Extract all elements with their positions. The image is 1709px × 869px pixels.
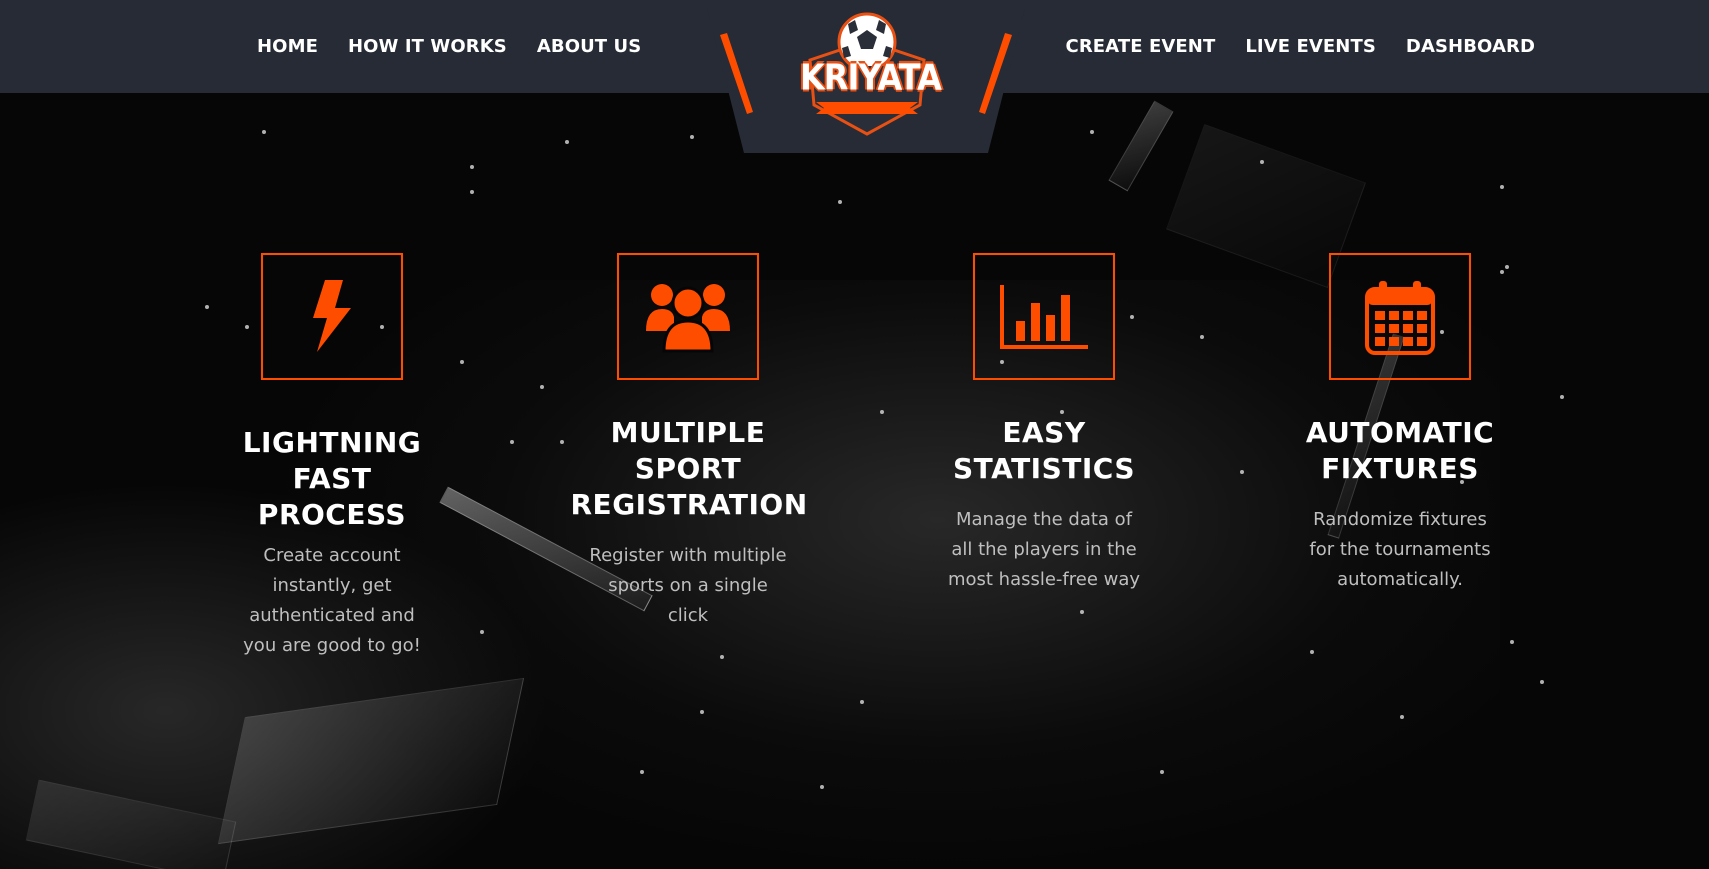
feature-icon-box bbox=[1329, 253, 1471, 380]
feature-description: Create account instantly, get authentica… bbox=[243, 545, 421, 656]
nav-home-link[interactable]: HOME bbox=[257, 36, 318, 57]
nav-create-event-link[interactable]: CREATE EVENT bbox=[1066, 36, 1216, 57]
feature-card-multi-sport: MULTIPLE SPORT REGISTRATION Register wit… bbox=[568, 253, 808, 631]
nav-live-events-link[interactable]: LIVE EVENTS bbox=[1245, 36, 1376, 57]
bar-chart-icon bbox=[1000, 284, 1088, 349]
users-group-icon bbox=[646, 283, 730, 352]
feature-card-statistics: EASY STATISTICS Manage the data of all t… bbox=[924, 253, 1164, 595]
nav-dashboard-link[interactable]: DASHBOARD bbox=[1406, 36, 1535, 57]
feature-icon-box bbox=[261, 253, 403, 380]
feature-title: AUTOMATIC FIXTURES bbox=[1305, 416, 1495, 485]
feature-icon-box bbox=[973, 253, 1115, 380]
calendar-icon bbox=[1365, 280, 1435, 355]
feature-card-fixtures: AUTOMATIC FIXTURES Randomize fixtures fo… bbox=[1280, 253, 1520, 595]
feature-description: Register with multiple sports on a singl… bbox=[589, 545, 787, 626]
feature-title: MULTIPLE SPORT REGISTRATION bbox=[570, 416, 808, 521]
lightning-icon bbox=[313, 279, 351, 352]
nav-about-us-link[interactable]: ABOUT US bbox=[537, 36, 642, 57]
feature-description: Randomize fixtures for the tournaments a… bbox=[1309, 509, 1491, 590]
feature-title: EASY STATISTICS bbox=[952, 416, 1136, 485]
feature-title: LIGHTNING FAST PROCESS bbox=[242, 426, 422, 531]
logo-text: KRIYATA bbox=[800, 55, 942, 99]
feature-description: Manage the data of all the players in th… bbox=[947, 509, 1141, 590]
nav-right: CREATE EVENT LIVE EVENTS DASHBOARD bbox=[1066, 0, 1535, 93]
nav-how-it-works-link[interactable]: HOW IT WORKS bbox=[348, 36, 507, 57]
feature-icon-box bbox=[617, 253, 759, 380]
nav-left: HOME HOW IT WORKS ABOUT US bbox=[257, 0, 641, 93]
site-logo[interactable]: KRIYATA bbox=[800, 10, 942, 138]
feature-card-lightning: LIGHTNING FAST PROCESS Create account in… bbox=[212, 253, 452, 661]
logo-ribbon bbox=[816, 102, 918, 114]
